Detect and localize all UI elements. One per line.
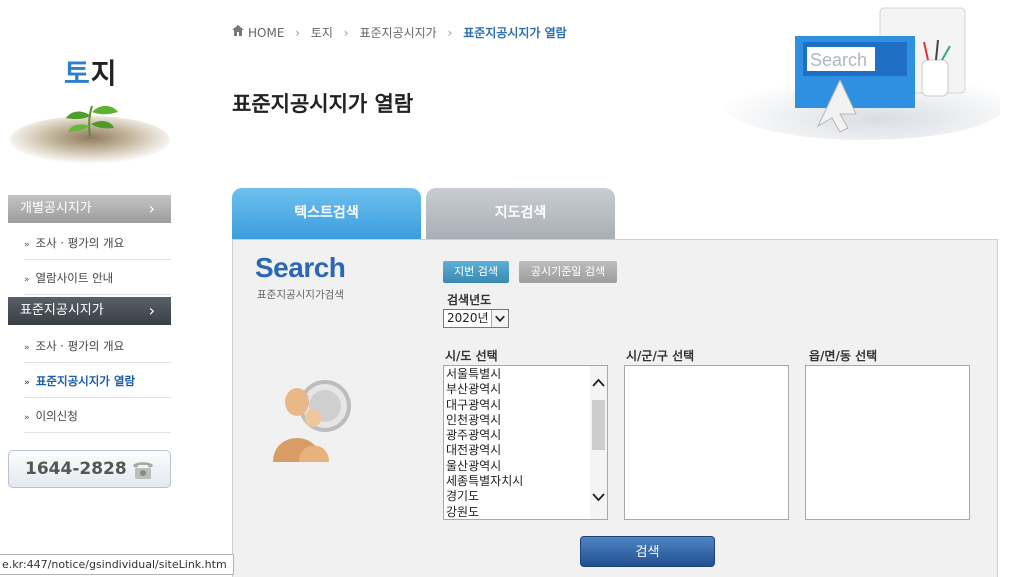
people-search-icon <box>273 380 351 462</box>
page: 토지 개별공시지가 › » 조사 · 평가의 개요 » 열람사이트 안내 표준지공시지… <box>0 0 1014 577</box>
tab-text-search[interactable]: 텍스트검색 <box>232 188 421 239</box>
sido-listbox[interactable]: 서울특별시 부산광역시 대구광역시 인천광역시 광주광역시 대전광역시 울산광역… <box>443 365 608 520</box>
phone-icon <box>133 462 153 479</box>
page-title: 표준지공시지가 열람 <box>232 92 414 116</box>
plant-illustration <box>10 105 170 164</box>
list-item[interactable]: 세종특별자치시 <box>446 474 592 489</box>
home-icon <box>232 25 244 36</box>
lot-number-search-button[interactable]: 지번 검색 <box>443 261 509 283</box>
status-bar-url: e.kr:447/notice/gsindividual/siteLink.ht… <box>0 554 234 575</box>
sidebar-group-standard-price[interactable]: 표준지공시지가 › <box>8 297 171 325</box>
base-date-search-button[interactable]: 공시기준일 검색 <box>519 261 617 283</box>
eupmyeon-listbox[interactable] <box>805 365 970 520</box>
list-item[interactable]: 경기도 <box>446 489 592 504</box>
chevron-down-icon <box>490 310 508 327</box>
search-year-label: 검색년도 <box>447 293 492 307</box>
sigungu-listbox[interactable] <box>624 365 789 520</box>
sidebar-item-site-guide[interactable]: » 열람사이트 안내 <box>24 261 171 295</box>
sidebar-item-survey-overview-2[interactable]: » 조사 · 평가의 개요 <box>24 329 171 363</box>
breadcrumb-separator: › <box>447 25 453 40</box>
sido-scrollbar[interactable] <box>590 366 607 519</box>
list-item[interactable]: 인천광역시 <box>446 413 592 428</box>
list-item[interactable]: 대전광역시 <box>446 443 592 458</box>
chevron-right-icon: › <box>148 301 155 320</box>
list-item[interactable]: 대구광역시 <box>446 398 592 413</box>
sidebar-group-individual-price[interactable]: 개별공시지가 › <box>8 195 171 223</box>
breadcrumb-separator: › <box>343 25 349 40</box>
breadcrumb-home[interactable]: HOME <box>248 26 284 40</box>
list-item[interactable]: 부산광역시 <box>446 382 592 397</box>
breadcrumb-standard-price[interactable]: 표준지공시지가 <box>359 24 436 41</box>
phone-banner: 1644-2828 <box>8 450 171 488</box>
sidebar-item-survey-overview-1[interactable]: » 조사 · 평가의 개요 <box>24 226 171 260</box>
phone-number: 1644-2828 <box>25 459 127 479</box>
sidebar-item-objection[interactable]: » 이의신청 <box>24 399 171 433</box>
search-panel: Search 표준지공시지가검색 지번 검색 공시기준일 검색 검색년도 202… <box>232 239 998 577</box>
breadcrumb-land[interactable]: 토지 <box>311 24 333 41</box>
sido-label: 시/도 선택 <box>445 349 498 363</box>
sigungu-label: 시/군/구 선택 <box>626 349 695 363</box>
list-item[interactable]: 광주광역시 <box>446 428 592 443</box>
search-subtitle: 표준지공시지가검색 <box>257 289 344 301</box>
sido-options: 서울특별시 부산광역시 대구광역시 인천광역시 광주광역시 대전광역시 울산광역… <box>446 367 592 520</box>
chevron-right-icon: › <box>148 199 155 218</box>
search-button[interactable]: 검색 <box>580 536 715 567</box>
scroll-up-icon[interactable] <box>592 378 605 388</box>
scroll-thumb[interactable] <box>592 400 605 450</box>
eupmyeon-label: 읍/면/동 선택 <box>809 349 878 363</box>
breadcrumb: HOME › 토지 › 표준지공시지가 › 표준지공시지가 열람 <box>232 24 567 41</box>
tab-map-search[interactable]: 지도검색 <box>426 188 615 239</box>
search-year-select[interactable]: 2020년 <box>443 309 509 328</box>
list-item[interactable]: 울산광역시 <box>446 459 592 474</box>
sidebar-title: 토지 <box>64 57 118 90</box>
breadcrumb-separator: › <box>295 25 301 40</box>
search-illustration: Search <box>725 7 1000 140</box>
search-logo: Search <box>255 252 346 283</box>
svg-text:Search: Search <box>810 50 867 70</box>
scroll-down-icon[interactable] <box>592 492 605 502</box>
search-year-value: 2020년 <box>447 311 489 325</box>
breadcrumb-current: 표준지공시지가 열람 <box>463 26 567 40</box>
list-item[interactable]: 강원도 <box>446 505 592 520</box>
sidebar-item-standard-price-view[interactable]: » 표준지공시지가 열람 <box>24 364 171 398</box>
list-item[interactable]: 서울특별시 <box>446 367 592 382</box>
